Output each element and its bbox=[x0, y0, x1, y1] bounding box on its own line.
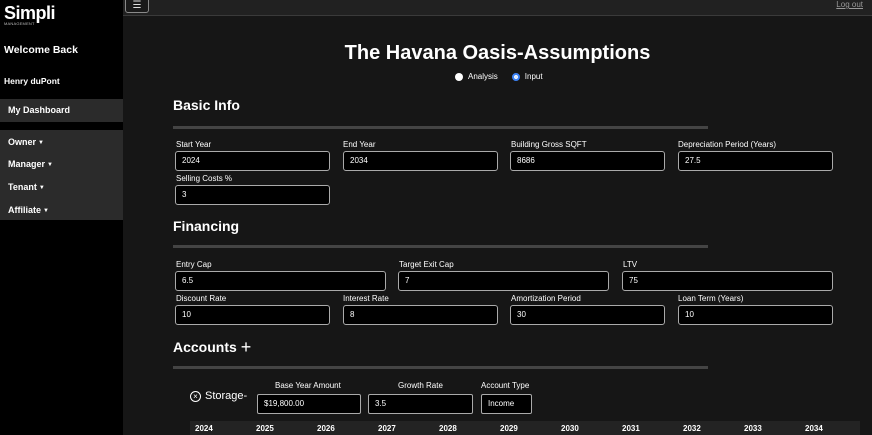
radio-label-input: Input bbox=[524, 72, 543, 81]
year-header: 2025 bbox=[256, 424, 274, 433]
end-year-input[interactable]: 2034 bbox=[343, 151, 498, 171]
sidebar-item-label: Tenant bbox=[8, 182, 37, 192]
welcome-text: Welcome Back bbox=[4, 44, 78, 56]
section-divider bbox=[173, 126, 708, 129]
sidebar-menu: Owner ▼ Manager ▼ Tenant ▼ Affiliate ▼ bbox=[0, 130, 123, 220]
selling-costs-input[interactable]: 3 bbox=[175, 185, 330, 205]
field-label: Discount Rate bbox=[176, 294, 227, 303]
sidebar-item-label: My Dashboard bbox=[8, 105, 71, 115]
logo-subtitle: MANAGEMENT bbox=[4, 21, 35, 26]
accounts-title-text: Accounts bbox=[173, 339, 237, 355]
depreciation-period-input[interactable]: 27.5 bbox=[678, 151, 833, 171]
field-label: Interest Rate bbox=[343, 294, 389, 303]
amortization-period-input[interactable]: 30 bbox=[510, 305, 665, 325]
account-name: Storage- bbox=[205, 390, 248, 402]
year-header: 2027 bbox=[378, 424, 396, 433]
discount-rate-input[interactable]: 10 bbox=[175, 305, 330, 325]
year-header: 2030 bbox=[561, 424, 579, 433]
loan-term-input[interactable]: 10 bbox=[678, 305, 833, 325]
caret-down-icon: ▼ bbox=[38, 185, 45, 191]
caret-down-icon: ▼ bbox=[43, 208, 49, 214]
field-label: Selling Costs % bbox=[176, 174, 233, 183]
field-label: Building Gross SQFT bbox=[511, 140, 587, 149]
building-sqft-input[interactable]: 8686 bbox=[510, 151, 665, 171]
sidebar-item-manager[interactable]: Manager ▼ bbox=[8, 159, 53, 169]
year-header: 2033 bbox=[744, 424, 762, 433]
section-title-basic-info: Basic Info bbox=[173, 97, 240, 113]
sidebar-item-affiliate[interactable]: Affiliate ▼ bbox=[8, 205, 49, 215]
section-divider bbox=[173, 245, 708, 248]
account-item-storage: × Storage- bbox=[190, 390, 247, 402]
field-label: Amortization Period bbox=[511, 294, 581, 303]
sidebar-item-owner[interactable]: Owner ▼ bbox=[8, 137, 44, 147]
section-divider bbox=[173, 366, 708, 369]
sidebar: Simpli MANAGEMENT Welcome Back Henry duP… bbox=[0, 0, 123, 435]
caret-down-icon: ▼ bbox=[47, 162, 53, 168]
section-title-financing: Financing bbox=[173, 218, 240, 234]
user-name: Henry duPont bbox=[4, 76, 60, 86]
field-label: Target Exit Cap bbox=[399, 260, 454, 269]
add-account-icon[interactable]: + bbox=[241, 337, 252, 358]
year-header: 2034 bbox=[805, 424, 823, 433]
target-exit-cap-input[interactable]: 7 bbox=[398, 271, 609, 291]
caret-down-icon: ▼ bbox=[38, 140, 44, 146]
year-header: 2032 bbox=[683, 424, 701, 433]
field-label: Depreciation Period (Years) bbox=[678, 140, 776, 149]
page-title: The Havana Oasis-Assumptions bbox=[344, 42, 651, 64]
mode-toggle: Analysis Input bbox=[455, 72, 557, 81]
field-label: Growth Rate bbox=[398, 381, 443, 390]
menu-toggle-button[interactable]: ☰ bbox=[125, 0, 149, 13]
radio-analysis[interactable] bbox=[455, 72, 463, 81]
remove-account-icon[interactable]: × bbox=[190, 390, 201, 402]
sidebar-item-dashboard[interactable]: My Dashboard bbox=[0, 99, 123, 122]
field-label: Base Year Amount bbox=[275, 381, 341, 390]
sidebar-item-tenant[interactable]: Tenant ▼ bbox=[8, 182, 45, 192]
radio-input[interactable] bbox=[511, 72, 520, 81]
logout-link[interactable]: Log out bbox=[836, 0, 863, 9]
field-label: Loan Term (Years) bbox=[678, 294, 744, 303]
year-header: 2024 bbox=[195, 424, 213, 433]
sidebar-item-label: Owner bbox=[8, 137, 37, 147]
field-label: LTV bbox=[623, 260, 638, 269]
entry-cap-input[interactable]: 6.5 bbox=[175, 271, 386, 291]
base-year-amount-input[interactable]: $19,800.00 bbox=[257, 394, 361, 414]
field-label: Start Year bbox=[176, 140, 212, 149]
field-label: Entry Cap bbox=[176, 260, 212, 269]
sidebar-item-label: Affiliate bbox=[8, 205, 42, 215]
top-bar: ☰ Log out bbox=[123, 0, 872, 16]
year-header: 2028 bbox=[439, 424, 457, 433]
growth-rate-input[interactable]: 3.5 bbox=[368, 394, 473, 414]
interest-rate-input[interactable]: 8 bbox=[343, 305, 498, 325]
field-label: Account Type bbox=[481, 381, 530, 390]
ltv-input[interactable]: 75 bbox=[622, 271, 833, 291]
year-header-row: 2024 2025 2026 2027 2028 2029 2030 2031 … bbox=[190, 421, 860, 435]
year-header: 2026 bbox=[317, 424, 335, 433]
sidebar-item-label: Manager bbox=[8, 159, 46, 169]
logo[interactable]: Simpli MANAGEMENT bbox=[4, 4, 64, 26]
section-title-accounts: Accounts + bbox=[173, 337, 251, 358]
start-year-input[interactable]: 2024 bbox=[175, 151, 330, 171]
account-type-select[interactable]: Income bbox=[481, 394, 532, 414]
year-header: 2031 bbox=[622, 424, 640, 433]
radio-label-analysis: Analysis bbox=[468, 72, 498, 81]
logo-text: Simpli bbox=[4, 3, 56, 23]
field-label: End Year bbox=[343, 140, 376, 149]
year-header: 2029 bbox=[500, 424, 518, 433]
